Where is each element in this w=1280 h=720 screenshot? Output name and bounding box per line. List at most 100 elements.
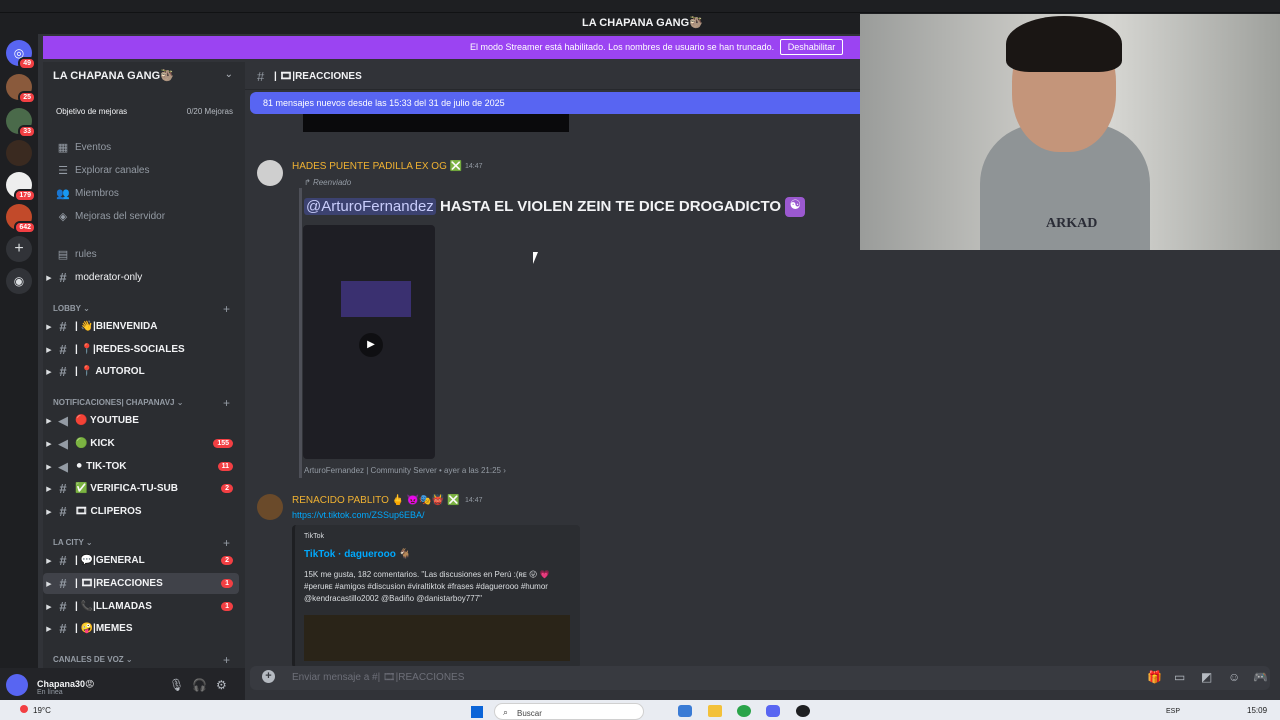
taskbar-search[interactable]: ⌕ Buscar — [494, 703, 644, 720]
avatar[interactable] — [257, 494, 283, 520]
category-label: CANALES DE VOZ — [53, 655, 124, 664]
menu-item-server-boosts[interactable]: ◈ Mejoras del servidor — [55, 206, 239, 226]
search-icon: ⌕ — [503, 707, 509, 717]
menu-item-label: Miembros — [75, 187, 119, 199]
boost-goal-count: 0/20 Mejoras — [186, 107, 233, 116]
message-author[interactable]: HADES PUENTE PADILLA EX OG ❎ — [292, 161, 462, 172]
embed-provider[interactable]: TikTok — [304, 533, 324, 540]
user-mention[interactable]: @ArturoFernandez — [304, 197, 436, 215]
game-icon[interactable]: 🎮 — [1253, 670, 1268, 684]
message-author[interactable]: RENACIDO PABLITO 🖕 👿🎭👹 ❎ — [292, 495, 459, 506]
forward-source[interactable]: ArturoFernandez | Community Server • aye… — [304, 466, 506, 475]
channel-bienvenida[interactable]: ▶ # | 👋|BIENVENIDA — [43, 316, 239, 337]
forwarded-text: Reenviado — [312, 178, 352, 187]
discord-taskbar-icon[interactable] — [766, 705, 780, 717]
message-input[interactable]: Enviar mensaje a #| 🎞|REACCIONES — [292, 672, 464, 683]
menu-item-events[interactable]: ▦ Eventos — [55, 137, 239, 157]
tiktok-link[interactable]: https://vt.tiktok.com/ZSSup6EBA/ — [292, 510, 425, 520]
weather-alert-icon — [20, 705, 28, 713]
menu-item-label: Eventos — [75, 141, 112, 153]
add-channel-icon[interactable]: + — [223, 536, 230, 550]
channel-rules[interactable]: ▤ rules — [55, 244, 239, 264]
window-title: LA CHAPANA GANG🦥 — [582, 17, 703, 29]
embed-title[interactable]: TikTok · daguerooo 🐐 — [304, 549, 411, 560]
channel-label: | 📍|REDES-SOCIALES — [75, 344, 185, 355]
channel-general[interactable]: ▶ # | 💬|GENERAL 2 — [43, 550, 239, 571]
embed-thumbnail[interactable] — [304, 615, 570, 661]
channel-clipperos[interactable]: ▶ # 🎞 CLIPEROS — [43, 501, 239, 522]
server-icon[interactable]: 179 — [6, 172, 36, 202]
play-icon[interactable]: ▶ — [359, 333, 383, 357]
chevron-right-icon: ▶ — [46, 625, 52, 633]
discord-home-icon[interactable]: ◎ 49 — [6, 40, 36, 70]
channel-memes[interactable]: ▶ # | 🤪|MEMES — [43, 618, 239, 639]
channel-youtube[interactable]: ▶ ◀ 🔴 YOUTUBE — [43, 410, 239, 431]
channel-kick[interactable]: ▶ ◀ 🟢 KICK 155 — [43, 433, 239, 454]
channel-title: | 🎞|REACCIONES — [274, 71, 362, 82]
megaphone-icon: ◀ — [58, 458, 68, 474]
channel-header: # | 🎞|REACCIONES — [245, 62, 860, 90]
channel-tik-tok[interactable]: ▶ ◀ ⚫ TIK-TOK 11 — [43, 456, 239, 477]
chevron-down-icon[interactable]: ⌄ — [225, 69, 233, 80]
weather[interactable]: 19°C — [33, 706, 51, 715]
mention-count-badge: 1 — [221, 579, 233, 588]
copilot-icon[interactable] — [678, 705, 692, 717]
chrome-icon[interactable] — [737, 705, 751, 717]
category-notificaciones[interactable]: NOTIFICACIONES| CHAPANAVJ ⌄ + — [53, 396, 230, 410]
channel-label: rules — [75, 248, 97, 260]
gear-icon[interactable]: ⚙ — [216, 678, 227, 692]
category-la-city[interactable]: LA CITY ⌄ + — [53, 536, 230, 550]
add-channel-icon[interactable]: + — [223, 396, 230, 410]
channel-llamadas[interactable]: ▶ # | 📞|LLAMADAS 1 — [43, 596, 239, 617]
guild-name[interactable]: LA CHAPANA GANG🦥 — [53, 69, 174, 82]
embed-image-tail[interactable] — [303, 114, 569, 132]
windows-start-icon[interactable] — [471, 706, 483, 718]
obs-icon[interactable] — [796, 705, 810, 717]
chevron-right-icon: ▶ — [46, 274, 52, 282]
new-messages-bar[interactable]: 81 mensajes nuevos desde las 15:33 del 3… — [250, 92, 860, 114]
headphones-icon[interactable]: 🎧 — [192, 678, 207, 692]
boost-goal[interactable]: Objetivo de mejoras 0/20 Mejoras — [43, 102, 245, 122]
server-icon[interactable]: 642 — [6, 204, 36, 234]
disable-streamer-button[interactable]: Deshabilitar — [780, 39, 843, 55]
microphone-icon[interactable]: 🎙 — [169, 678, 184, 692]
gif-icon[interactable]: ▭ — [1174, 670, 1185, 684]
channel-label: ✅ VERIFICA-TU-SUB — [75, 483, 179, 494]
mention-count-badge: 2 — [221, 556, 233, 565]
channel-autorol[interactable]: ▶ # | 📍 AUTOROL — [43, 361, 239, 382]
channel-moderator-only[interactable]: ▶ # moderator-only — [43, 267, 239, 288]
chevron-right-icon: ▶ — [46, 557, 52, 565]
emoji-icon[interactable]: ☺ — [1228, 670, 1240, 684]
avatar[interactable] — [6, 674, 28, 696]
sticker-icon[interactable]: ◩ — [1201, 670, 1212, 684]
server-icon[interactable]: 25 — [6, 74, 36, 104]
user-status: En línea — [37, 689, 63, 696]
channel-redes-sociales[interactable]: ▶ # | 📍|REDES-SOCIALES — [43, 339, 239, 360]
avatar[interactable] — [257, 160, 283, 186]
menu-item-members[interactable]: 👥 Miembros — [55, 183, 239, 203]
add-channel-icon[interactable]: + — [223, 653, 230, 667]
add-server-icon[interactable]: + — [6, 236, 32, 262]
channel-label: | 💬|GENERAL — [75, 555, 145, 566]
add-attachment-icon[interactable]: + — [262, 670, 275, 683]
category-canales-de-voz[interactable]: CANALES DE VOZ ⌄ + — [53, 653, 230, 667]
chevron-right-icon: ▶ — [46, 485, 52, 493]
list-icon: ☰ — [58, 164, 68, 177]
explore-icon[interactable]: ◉ — [6, 268, 32, 294]
channel-label: 🎞 CLIPEROS — [75, 506, 142, 517]
link-embed: TikTok TikTok · daguerooo 🐐 15K me gusta… — [292, 525, 580, 668]
channel-verifica-tu-sub[interactable]: ▶ # ✅ VERIFICA-TU-SUB 2 — [43, 478, 239, 499]
gift-icon[interactable]: 🎁 — [1147, 670, 1162, 684]
video-attachment[interactable]: ▶ — [303, 225, 435, 459]
file-explorer-icon[interactable] — [708, 705, 722, 717]
source-server: ArturoFernandez | Community Server — [304, 466, 437, 475]
server-icon[interactable] — [6, 140, 32, 166]
clock[interactable]: 15:09 — [1247, 706, 1267, 715]
channel-reacciones[interactable]: ▶ # | 🎞|REACCIONES 1 — [43, 573, 239, 594]
add-channel-icon[interactable]: + — [223, 302, 230, 316]
server-icon[interactable]: 33 — [6, 108, 36, 138]
category-lobby[interactable]: LOBBY ⌄ + — [53, 302, 230, 316]
unread-badge: 25 — [18, 91, 36, 104]
menu-item-browse-channels[interactable]: ☰ Explorar canales — [55, 160, 239, 180]
language-indicator[interactable]: ESP — [1166, 708, 1180, 715]
